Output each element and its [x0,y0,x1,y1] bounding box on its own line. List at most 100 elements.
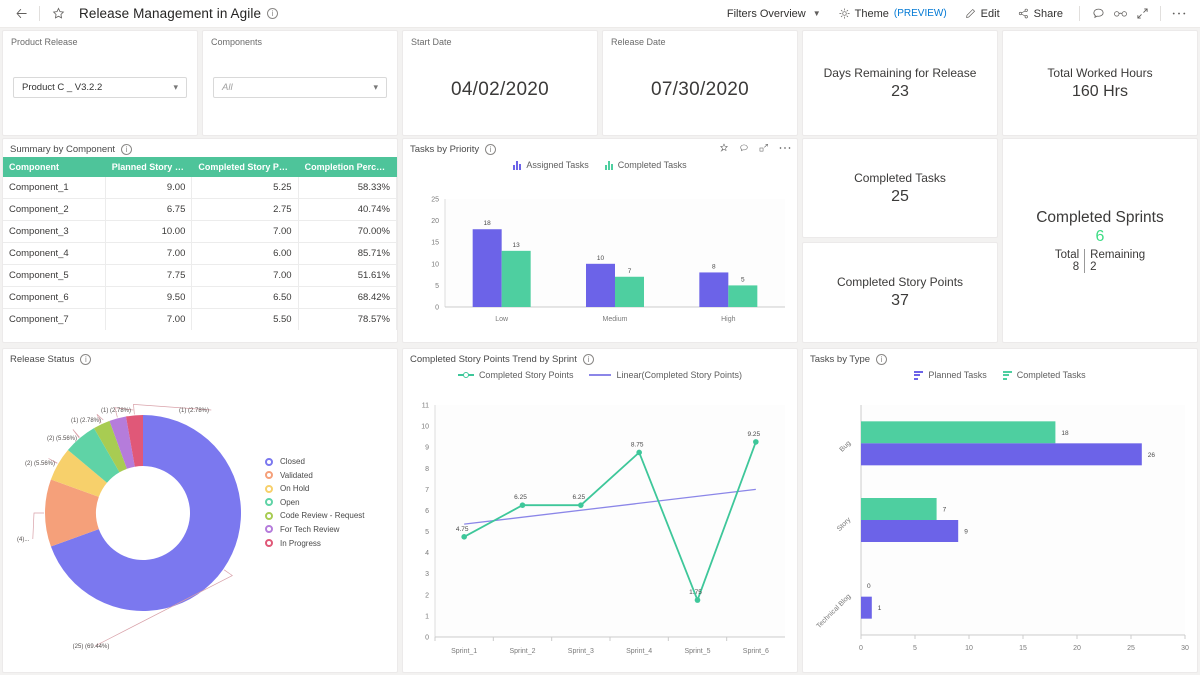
divider [39,6,40,21]
table-header-1[interactable]: Planned Story Poin... [105,157,192,177]
product-release-dropdown[interactable]: Product C _ V3.2.2 ▾ [13,77,187,98]
table-cell: 9.00 [105,177,192,199]
bar[interactable] [728,285,757,307]
legend-item[interactable]: In Progress [265,539,364,548]
legend-item[interactable]: Closed [265,457,364,466]
table-header-2[interactable]: Completed Story Points [192,157,298,177]
info-icon[interactable]: i [876,354,887,365]
share-button[interactable]: Share [1009,5,1072,23]
edit-button[interactable]: Edit [956,5,1009,23]
legend-item[interactable]: For Tech Review [265,525,364,534]
glasses-icon[interactable] [1109,3,1131,25]
legend-item[interactable]: Open [265,498,364,507]
tasks-by-priority-plot[interactable]: 05101520251813Low107Medium85High [403,189,797,339]
svg-text:Sprint_6: Sprint_6 [743,648,769,655]
bar[interactable] [699,272,728,307]
bar[interactable] [586,264,615,307]
legend-item[interactable]: Code Review - Request [265,511,364,520]
table-row[interactable]: Component_77.005.5078.57% [3,309,397,331]
table-row[interactable]: Component_57.757.0051.61% [3,265,397,287]
bar[interactable] [502,251,531,307]
data-point[interactable] [636,450,642,456]
components-slicer[interactable]: Components All ▾ [202,30,398,136]
data-point[interactable] [461,534,467,540]
table-header-3[interactable]: Completion Percentage [298,157,396,177]
table-row[interactable]: Component_19.005.2558.33% [3,177,397,199]
svg-text:Sprint_4: Sprint_4 [626,648,652,655]
tasks-by-type-card: Tasks by Type i Planned TasksCompleted T… [802,348,1198,673]
legend-item[interactable]: Assigned Tasks [513,160,588,170]
table-row[interactable]: Component_69.506.5068.42% [3,287,397,309]
bar[interactable] [861,597,872,619]
legend-item[interactable]: Validated [265,471,364,480]
theme-button[interactable]: Theme (PREVIEW) [830,5,956,23]
svg-text:3: 3 [425,571,429,578]
table-row[interactable]: Component_47.006.0085.71% [3,243,397,265]
table-cell: 85.71% [298,243,396,265]
completed-tasks-kpi: Completed Tasks 25 [803,139,997,237]
svg-text:10: 10 [965,645,973,652]
filters-overview-button[interactable]: Filters Overview ▼ [718,5,830,23]
legend-label: Open [280,498,300,507]
legend-item[interactable]: Linear(Completed Story Points) [589,370,742,380]
more-horizontal-icon[interactable] [1168,3,1190,25]
table-row[interactable]: Component_26.752.7540.74% [3,199,397,221]
data-point[interactable] [753,439,759,445]
table-row[interactable]: Component_310.007.0070.00% [3,221,397,243]
info-icon[interactable]: i [121,144,132,155]
legend-item[interactable]: Planned Tasks [914,370,986,380]
info-icon[interactable]: i [583,354,594,365]
table-body: Component_19.005.2558.33%Component_26.75… [3,177,397,330]
legend-swatch-icon [265,471,273,479]
legend-label: In Progress [280,539,321,548]
bar[interactable] [615,277,644,307]
svg-text:0: 0 [859,645,863,652]
table-cell: 10.00 [105,221,192,243]
table-header-0[interactable]: Component [3,157,105,177]
info-icon[interactable]: i [485,144,496,155]
info-icon[interactable]: i [80,354,91,365]
legend-item[interactable]: Completed Tasks [1003,370,1086,380]
bar[interactable] [861,443,1142,465]
legend-item[interactable]: Completed Tasks [605,160,687,170]
story-points-trend-plot[interactable]: 01234567891011Sprint_1Sprint_2Sprint_3Sp… [403,397,797,672]
comment-icon[interactable] [1087,3,1109,25]
completed-tasks-value: 25 [891,188,909,206]
legend-item[interactable]: On Hold [265,484,364,493]
more-icon[interactable] [779,146,791,150]
tasks-by-type-plot[interactable]: 0510152025301826Bug79Story01Technical Bl… [803,397,1197,672]
table-cell: 6.75 [105,199,192,221]
data-point[interactable] [520,502,526,508]
legend-swatch-icon [265,512,273,520]
story-points-trend-title-text: Completed Story Points Trend by Sprint [410,354,577,365]
star-icon[interactable] [47,3,69,25]
expand-icon[interactable] [1131,3,1153,25]
comment-icon[interactable] [739,143,749,153]
summary-table-scroll[interactable]: ComponentPlanned Story Poin...Completed … [3,157,397,342]
back-arrow-icon[interactable] [10,3,32,25]
legend-label: Code Review - Request [280,511,364,520]
product-release-slicer[interactable]: Product Release Product C _ V3.2.2 ▾ [2,30,198,136]
bar[interactable] [861,520,958,542]
bar[interactable] [473,229,502,307]
focus-icon[interactable] [759,143,769,153]
legend-item[interactable]: Completed Story Points [458,370,574,380]
components-dropdown[interactable]: All ▾ [213,77,387,98]
data-point[interactable] [695,597,701,603]
bar[interactable] [861,498,937,520]
data-point[interactable] [578,502,584,508]
legend-label: Assigned Tasks [526,160,588,170]
worked-hours-value: 160 Hrs [1072,83,1128,101]
info-icon[interactable]: i [267,8,278,19]
svg-text:7: 7 [628,268,632,275]
svg-text:0: 0 [867,583,871,590]
summary-by-component-card: Summary by Component i ComponentPlanned … [2,138,398,343]
release-status-legend: Closed Validated On Hold Open Code Review - … [265,457,364,548]
legend-label: Linear(Completed Story Points) [616,370,742,380]
completed-story-points-card: Completed Story Points 37 [802,242,998,343]
release-status-title: Release Status i [3,349,397,365]
svg-text:1: 1 [425,613,429,620]
pin-icon[interactable] [719,143,729,153]
svg-text:6.25: 6.25 [573,494,586,501]
bar[interactable] [861,421,1055,443]
